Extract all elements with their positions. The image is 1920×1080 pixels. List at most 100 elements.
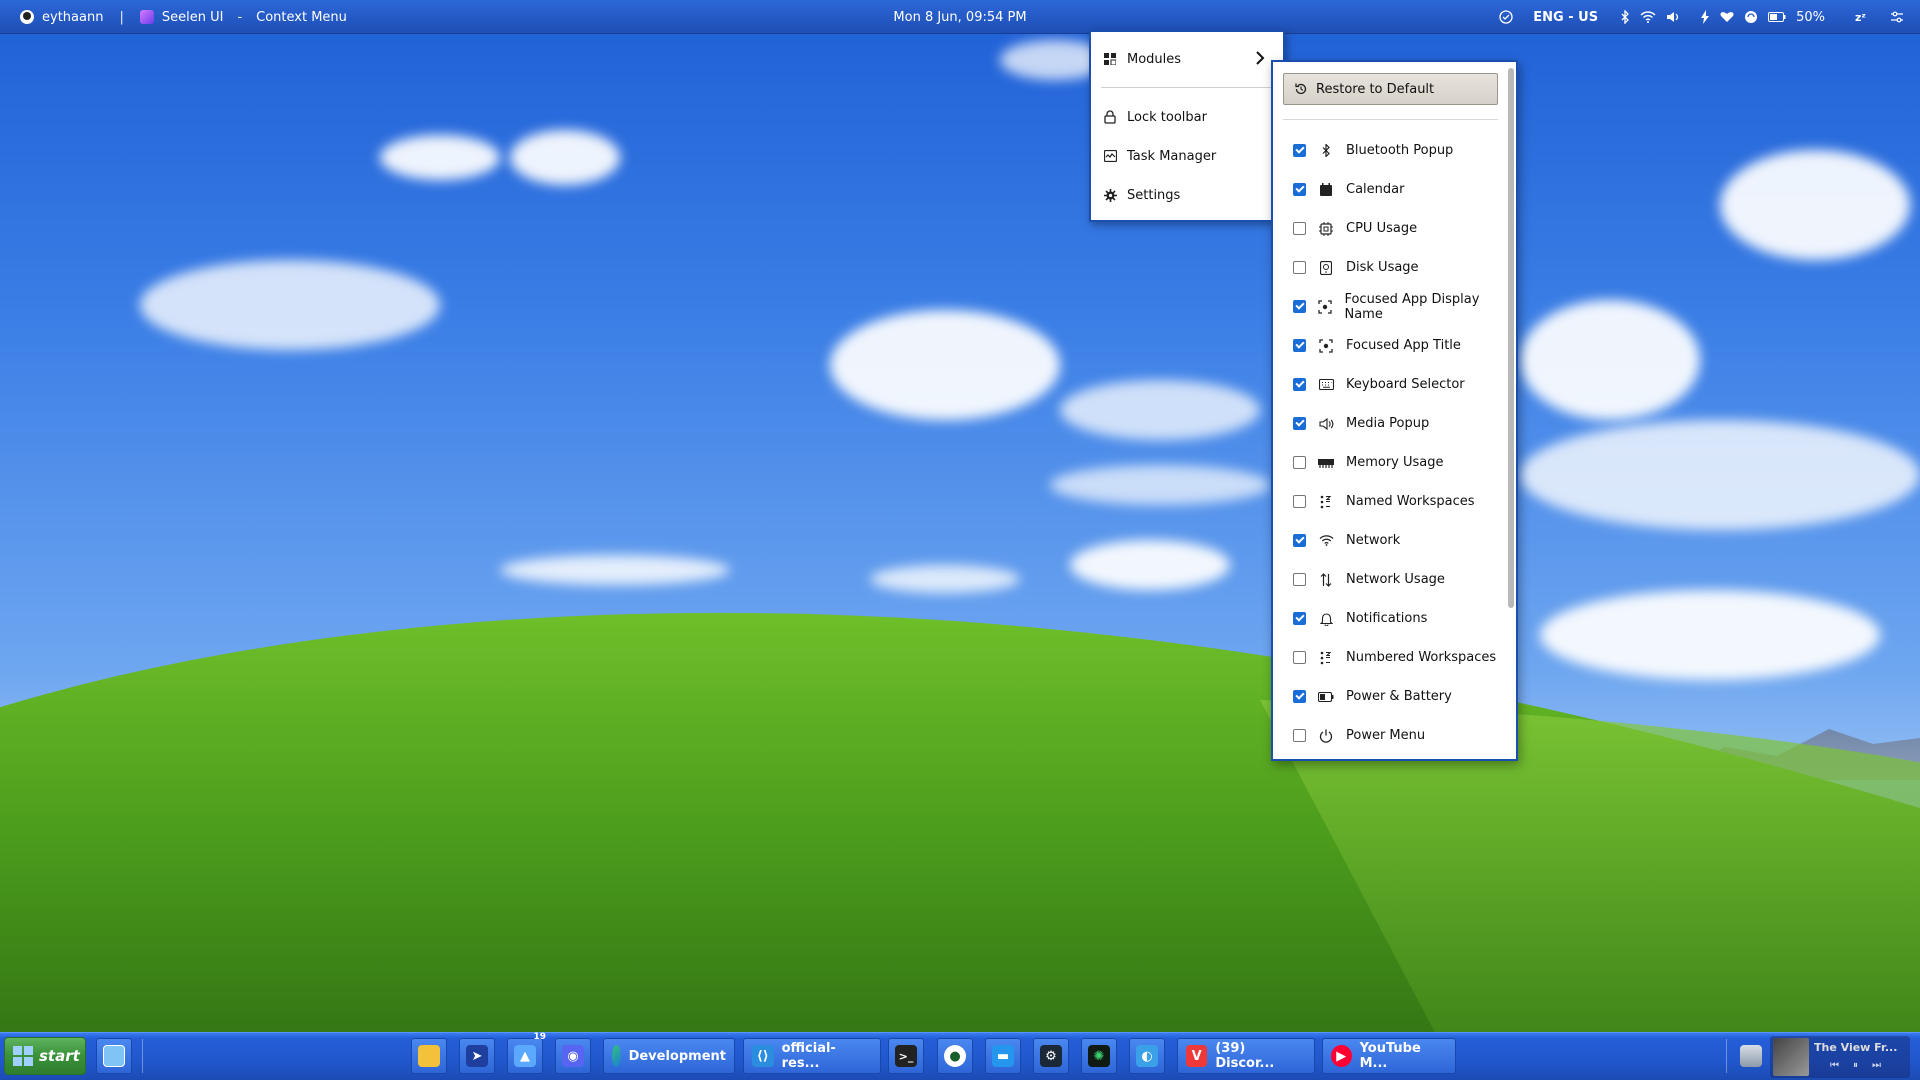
taskbar-docker[interactable]: ▬	[985, 1038, 1021, 1074]
module-checkbox[interactable]	[1293, 534, 1306, 547]
bluetooth-icon[interactable]	[1620, 10, 1630, 24]
clock-date[interactable]: Mon 8 Jun, 09:54 PM	[893, 10, 1026, 25]
module-checkbox[interactable]	[1293, 183, 1306, 196]
module-item-network[interactable]: Network	[1273, 521, 1505, 560]
module-checkbox[interactable]	[1293, 339, 1306, 352]
taskbar-file-explorer[interactable]	[411, 1038, 447, 1074]
module-item-keyboard-selector[interactable]: Keyboard Selector	[1273, 365, 1505, 404]
modules-submenu: Restore to Default Bluetooth Popup Calend…	[1271, 60, 1518, 761]
cpu-icon	[1318, 221, 1334, 237]
module-label: Numbered Workspaces	[1346, 650, 1497, 665]
module-checkbox[interactable]	[1293, 690, 1306, 703]
username[interactable]: eythaann	[42, 10, 103, 25]
volume-icon[interactable]	[1666, 11, 1680, 23]
taskbar-app-8[interactable]: ●	[937, 1038, 973, 1074]
module-item-disk-usage[interactable]: Disk Usage	[1273, 248, 1505, 287]
taskbar-app-development[interactable]: Development	[603, 1038, 735, 1074]
menu-item-label: Modules	[1127, 51, 1182, 67]
module-checkbox[interactable]	[1293, 729, 1306, 742]
module-checkbox[interactable]	[1293, 495, 1306, 508]
menu-item-modules[interactable]: Modules	[1103, 43, 1275, 75]
module-label: Network	[1346, 533, 1401, 548]
module-checkbox[interactable]	[1293, 612, 1306, 625]
album-art	[1773, 1038, 1809, 1076]
discord-icon: ◉	[562, 1045, 584, 1067]
module-item-network-usage[interactable]: Network Usage	[1273, 560, 1505, 599]
restore-default-button[interactable]: Restore to Default	[1283, 73, 1498, 105]
module-checkbox[interactable]	[1293, 573, 1306, 586]
module-item-bluetooth-popup[interactable]: Bluetooth Popup	[1273, 131, 1505, 170]
module-item-notifications[interactable]: Notifications	[1273, 599, 1505, 638]
module-item-named-workspaces[interactable]: Named Workspaces	[1273, 482, 1505, 521]
module-checkbox[interactable]	[1293, 222, 1306, 235]
keyboard-language[interactable]: ENG - US	[1533, 10, 1598, 25]
menu-item-settings[interactable]: Settings	[1103, 179, 1275, 211]
focused-app-title[interactable]: Context Menu	[256, 10, 347, 25]
taskbar-terminal[interactable]: >_	[888, 1038, 924, 1074]
module-item-power-menu[interactable]: Power Menu	[1273, 716, 1505, 755]
context-menu: Modules Lock toolbar Task Manager Settin…	[1089, 30, 1285, 222]
focus-icon	[1318, 338, 1334, 354]
module-item-cpu-usage[interactable]: CPU Usage	[1273, 209, 1505, 248]
taskbar-app-vscode[interactable]: ⟨⟩ official-res...	[743, 1038, 881, 1074]
restore-label: Restore to Default	[1316, 81, 1435, 97]
youtube-music-icon: ▶	[1331, 1045, 1352, 1067]
start-button[interactable]: start	[4, 1037, 86, 1075]
module-item-media-popup[interactable]: Media Popup	[1273, 404, 1505, 443]
module-label: Focused App Title	[1346, 338, 1461, 353]
seelen-ui-icon	[139, 10, 154, 24]
up-down-arrows-icon	[1318, 572, 1334, 588]
module-item-focused-app-title[interactable]: Focused App Title	[1273, 326, 1505, 365]
taskbar-app-2[interactable]: ➤	[459, 1038, 495, 1074]
previous-track-icon[interactable]: ⏮	[1830, 1060, 1839, 1071]
submenu-scrollbar[interactable]	[1508, 68, 1514, 608]
module-checkbox[interactable]	[1293, 300, 1306, 313]
module-item-numbered-workspaces[interactable]: Numbered Workspaces	[1273, 638, 1505, 677]
module-checkbox[interactable]	[1293, 651, 1306, 664]
taskbar-app-3[interactable]: ▲ 19	[507, 1032, 546, 1074]
module-item-calendar[interactable]: Calendar	[1273, 170, 1505, 209]
focused-app-name[interactable]: Seelen UI	[162, 10, 224, 25]
steam-icon: ⚙	[1040, 1045, 1062, 1067]
menu-item-task-manager[interactable]: Task Manager	[1103, 140, 1275, 172]
keyboard-icon	[1318, 377, 1334, 393]
module-checkbox[interactable]	[1293, 144, 1306, 157]
show-desktop-button[interactable]	[96, 1038, 132, 1074]
menu-item-lock-toolbar[interactable]: Lock toolbar	[1103, 101, 1275, 133]
modules-list: Bluetooth Popup Calendar CPU Usage Disk Usa…	[1273, 131, 1505, 755]
media-player-widget[interactable]: The View Fr... ⏮ ⏸ ⏭	[1770, 1036, 1910, 1078]
module-checkbox[interactable]	[1293, 378, 1306, 391]
taskbar-app-discord-browser[interactable]: V (39) Discor...	[1177, 1038, 1315, 1074]
next-track-icon[interactable]: ⏭	[1872, 1060, 1881, 1071]
sleep-icon[interactable]: zᶻ	[1855, 11, 1866, 24]
module-checkbox[interactable]	[1293, 417, 1306, 430]
module-item-memory-usage[interactable]: Memory Usage	[1273, 443, 1505, 482]
module-item-power-battery[interactable]: Power & Battery	[1273, 677, 1505, 716]
taskbar-discord[interactable]: ◉	[555, 1038, 591, 1074]
taskbar-app-11[interactable]: ✺	[1081, 1038, 1117, 1074]
module-checkbox[interactable]	[1293, 261, 1306, 274]
arrow-app-icon: ▲	[514, 1045, 536, 1067]
battery-icon[interactable]	[1768, 12, 1786, 22]
lock-icon	[1103, 110, 1117, 124]
taskbar-steam[interactable]: ⚙	[1033, 1038, 1069, 1074]
settings-sliders-icon[interactable]	[1890, 11, 1904, 23]
taskbar-app-12[interactable]: ◐	[1129, 1038, 1165, 1074]
battery-percent[interactable]: 50%	[1796, 10, 1825, 25]
disk-icon	[1318, 260, 1334, 276]
workspaces-icon	[1318, 650, 1334, 666]
taskbar: start ➤ ▲ 19 ◉ Development ⟨⟩ official-r…	[0, 1032, 1920, 1080]
wifi-icon	[1318, 533, 1334, 549]
module-label: Focused App Display Name	[1344, 291, 1480, 322]
module-item-focused-app-display-name[interactable]: Focused App Display Name	[1273, 287, 1505, 326]
recycle-bin[interactable]	[1733, 1038, 1769, 1074]
globe-app-icon: ◐	[1136, 1045, 1158, 1067]
restore-icon	[1294, 82, 1308, 96]
taskbar-app-youtube-music[interactable]: ▶ YouTube M...	[1322, 1038, 1456, 1074]
wifi-icon[interactable]	[1640, 11, 1656, 23]
user-avatar-icon[interactable]	[20, 10, 34, 24]
pause-icon[interactable]: ⏸	[1853, 1060, 1858, 1071]
status-check-icon[interactable]	[1499, 10, 1513, 24]
module-checkbox[interactable]	[1293, 456, 1306, 469]
modules-icon	[1103, 52, 1117, 66]
